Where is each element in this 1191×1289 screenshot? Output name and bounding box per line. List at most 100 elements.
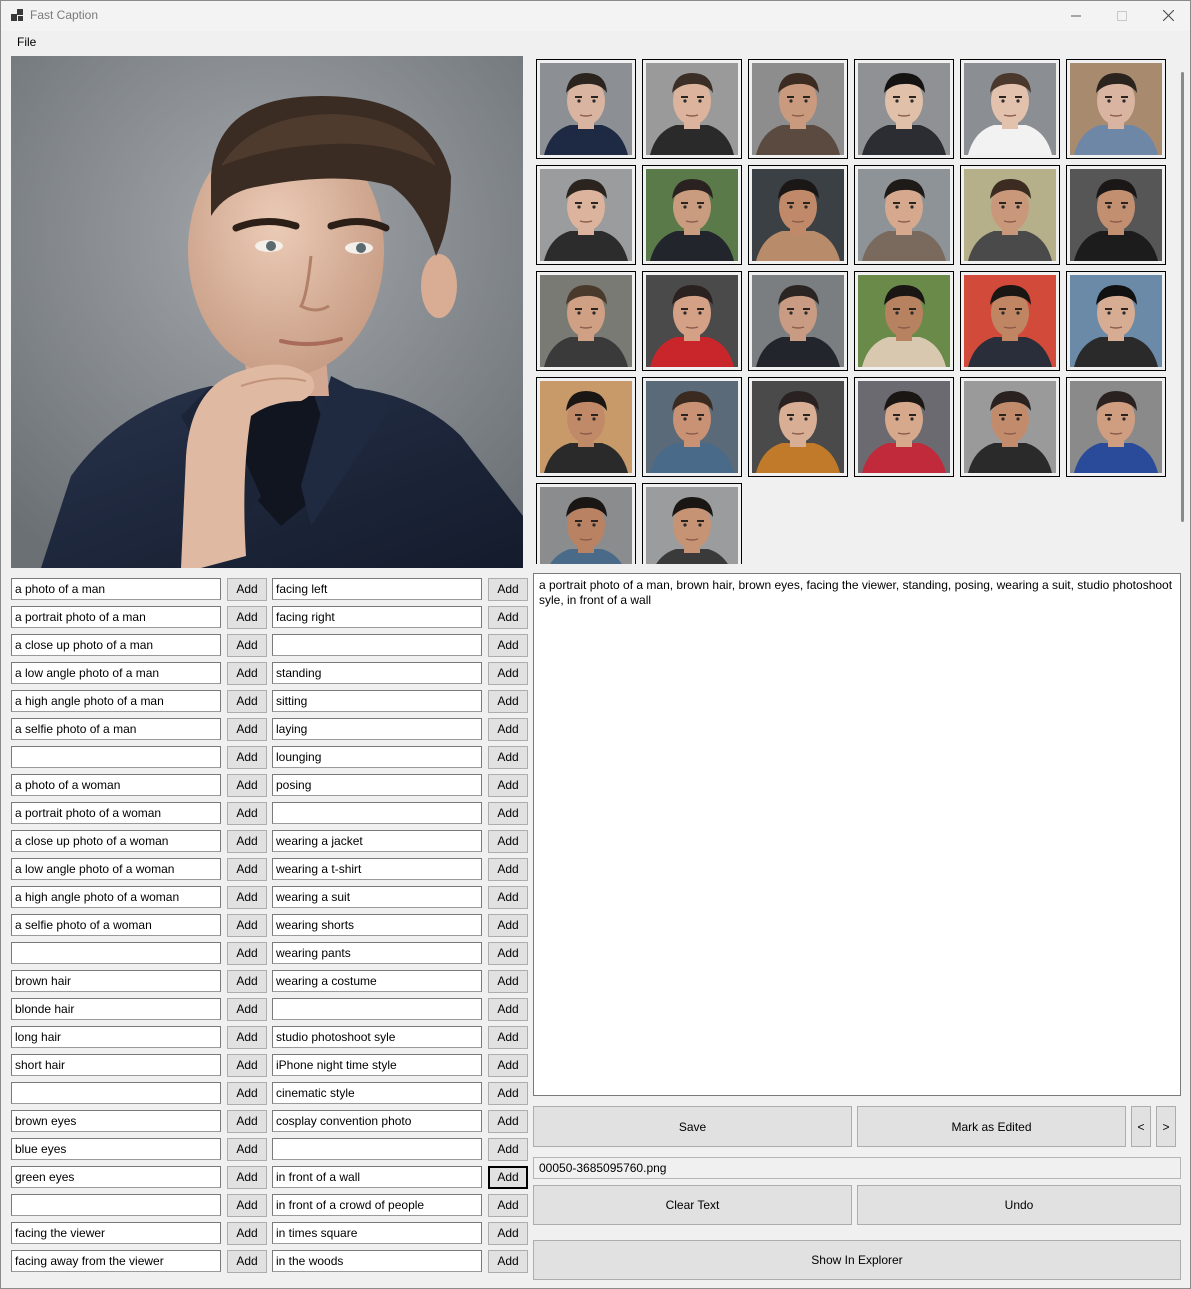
add-button-right-6[interactable]: Add	[488, 718, 528, 741]
add-button-left-21[interactable]: Add	[227, 1138, 267, 1161]
add-button-left-2[interactable]: Add	[227, 606, 267, 629]
thumbnail-21[interactable]	[748, 377, 848, 477]
tag-input-left-22[interactable]: green eyes	[11, 1166, 221, 1188]
tag-input-left-10[interactable]: a close up photo of a woman	[11, 830, 221, 852]
tag-input-left-9[interactable]: a portrait photo of a woman	[11, 802, 221, 824]
add-button-right-4[interactable]: Add	[488, 662, 528, 685]
add-button-left-1[interactable]: Add	[227, 578, 267, 601]
thumbnail-18[interactable]	[1066, 271, 1166, 371]
mark-as-edited-button[interactable]: Mark as Edited	[857, 1106, 1126, 1147]
tag-input-left-12[interactable]: a high angle photo of a woman	[11, 886, 221, 908]
tag-input-left-25[interactable]: facing away from the viewer	[11, 1250, 221, 1272]
tag-input-right-18[interactable]: iPhone night time style	[272, 1054, 482, 1076]
tag-input-left-21[interactable]: blue eyes	[11, 1138, 221, 1160]
add-button-right-17[interactable]: Add	[488, 1026, 528, 1049]
add-button-right-1[interactable]: Add	[488, 578, 528, 601]
add-button-right-12[interactable]: Add	[488, 886, 528, 909]
add-button-right-23[interactable]: Add	[488, 1194, 528, 1217]
thumbnail-5[interactable]	[960, 59, 1060, 159]
add-button-left-12[interactable]: Add	[227, 886, 267, 909]
add-button-right-14[interactable]: Add	[488, 942, 528, 965]
tag-input-left-5[interactable]: a high angle photo of a man	[11, 690, 221, 712]
add-button-left-10[interactable]: Add	[227, 830, 267, 853]
tag-input-right-11[interactable]: wearing a t-shirt	[272, 858, 482, 880]
tag-input-right-16[interactable]	[272, 998, 482, 1020]
add-button-left-6[interactable]: Add	[227, 718, 267, 741]
thumbnail-scrollbar[interactable]	[1181, 72, 1184, 522]
add-button-right-24[interactable]: Add	[488, 1222, 528, 1245]
add-button-right-10[interactable]: Add	[488, 830, 528, 853]
thumbnail-16[interactable]	[854, 271, 954, 371]
tag-input-left-15[interactable]: brown hair	[11, 970, 221, 992]
tag-input-right-12[interactable]: wearing a suit	[272, 886, 482, 908]
menu-file[interactable]: File	[10, 35, 43, 49]
tag-input-right-22[interactable]: in front of a wall	[272, 1166, 482, 1188]
thumbnail-25[interactable]	[536, 483, 636, 564]
thumbnail-11[interactable]	[960, 165, 1060, 265]
add-button-right-7[interactable]: Add	[488, 746, 528, 769]
thumbnail-1[interactable]	[536, 59, 636, 159]
add-button-right-5[interactable]: Add	[488, 690, 528, 713]
save-button[interactable]: Save	[533, 1106, 852, 1147]
thumbnail-9[interactable]	[748, 165, 848, 265]
add-button-left-23[interactable]: Add	[227, 1194, 267, 1217]
tag-input-left-1[interactable]: a photo of a man	[11, 578, 221, 600]
tag-input-left-4[interactable]: a low angle photo of a man	[11, 662, 221, 684]
maximize-button[interactable]	[1099, 0, 1145, 31]
thumbnail-24[interactable]	[1066, 377, 1166, 477]
thumbnail-22[interactable]	[854, 377, 954, 477]
add-button-right-13[interactable]: Add	[488, 914, 528, 937]
tag-input-left-20[interactable]: brown eyes	[11, 1110, 221, 1132]
add-button-left-17[interactable]: Add	[227, 1026, 267, 1049]
add-button-left-20[interactable]: Add	[227, 1110, 267, 1133]
add-button-left-3[interactable]: Add	[227, 634, 267, 657]
thumbnail-6[interactable]	[1066, 59, 1166, 159]
add-button-right-9[interactable]: Add	[488, 802, 528, 825]
add-button-right-25[interactable]: Add	[488, 1250, 528, 1273]
tag-input-left-11[interactable]: a low angle photo of a woman	[11, 858, 221, 880]
tag-input-right-3[interactable]	[272, 634, 482, 656]
tag-input-right-25[interactable]: in the woods	[272, 1250, 482, 1272]
thumbnail-10[interactable]	[854, 165, 954, 265]
tag-input-left-18[interactable]: short hair	[11, 1054, 221, 1076]
tag-input-right-20[interactable]: cosplay convention photo	[272, 1110, 482, 1132]
thumbnail-8[interactable]	[642, 165, 742, 265]
tag-input-left-23[interactable]	[11, 1194, 221, 1216]
add-button-right-2[interactable]: Add	[488, 606, 528, 629]
add-button-right-22[interactable]: Add	[488, 1166, 528, 1189]
tag-input-right-5[interactable]: sitting	[272, 690, 482, 712]
add-button-right-18[interactable]: Add	[488, 1054, 528, 1077]
tag-input-right-10[interactable]: wearing a jacket	[272, 830, 482, 852]
tag-input-right-17[interactable]: studio photoshoot syle	[272, 1026, 482, 1048]
thumbnail-15[interactable]	[748, 271, 848, 371]
caption-textarea[interactable]: a portrait photo of a man, brown hair, b…	[533, 573, 1181, 1096]
tag-input-left-3[interactable]: a close up photo of a man	[11, 634, 221, 656]
add-button-left-5[interactable]: Add	[227, 690, 267, 713]
tag-input-right-8[interactable]: posing	[272, 774, 482, 796]
add-button-left-16[interactable]: Add	[227, 998, 267, 1021]
tag-input-left-13[interactable]: a selfie photo of a woman	[11, 914, 221, 936]
minimize-button[interactable]	[1053, 0, 1099, 31]
previous-button[interactable]: <	[1131, 1106, 1151, 1147]
clear-text-button[interactable]: Clear Text	[533, 1185, 852, 1225]
tag-input-right-9[interactable]	[272, 802, 482, 824]
tag-input-right-24[interactable]: in times square	[272, 1222, 482, 1244]
tag-input-left-2[interactable]: a portrait photo of a man	[11, 606, 221, 628]
tag-input-left-24[interactable]: facing the viewer	[11, 1222, 221, 1244]
tag-input-left-8[interactable]: a photo of a woman	[11, 774, 221, 796]
add-button-left-14[interactable]: Add	[227, 942, 267, 965]
add-button-left-8[interactable]: Add	[227, 774, 267, 797]
tag-input-right-19[interactable]: cinematic style	[272, 1082, 482, 1104]
add-button-right-20[interactable]: Add	[488, 1110, 528, 1133]
add-button-right-15[interactable]: Add	[488, 970, 528, 993]
add-button-left-24[interactable]: Add	[227, 1222, 267, 1245]
undo-button[interactable]: Undo	[857, 1185, 1181, 1225]
thumbnail-2[interactable]	[642, 59, 742, 159]
close-button[interactable]	[1145, 0, 1191, 31]
tag-input-left-7[interactable]	[11, 746, 221, 768]
add-button-left-11[interactable]: Add	[227, 858, 267, 881]
tag-input-right-1[interactable]: facing left	[272, 578, 482, 600]
add-button-right-8[interactable]: Add	[488, 774, 528, 797]
add-button-left-4[interactable]: Add	[227, 662, 267, 685]
tag-input-left-17[interactable]: long hair	[11, 1026, 221, 1048]
